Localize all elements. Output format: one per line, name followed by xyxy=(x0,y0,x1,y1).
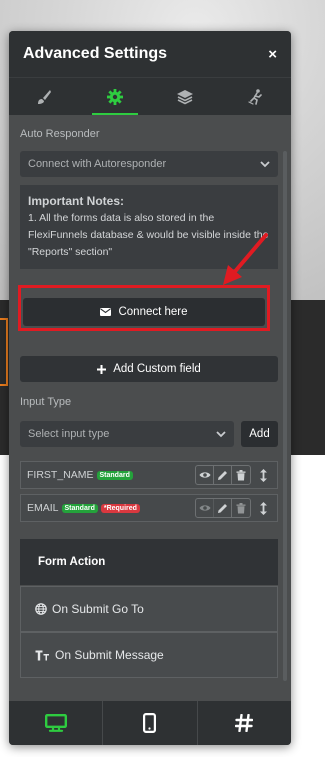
on-submit-go-to-option[interactable]: On Submit Go To xyxy=(20,586,278,632)
gear-icon xyxy=(106,88,123,105)
red-arrow-annotation xyxy=(223,233,268,285)
envelope-icon xyxy=(100,308,112,316)
pencil-icon xyxy=(218,470,227,480)
pencil-icon xyxy=(218,503,227,513)
settings-tabs xyxy=(9,77,291,115)
delete-field-button[interactable] xyxy=(232,466,250,484)
trash-icon xyxy=(236,469,246,480)
delete-field-button[interactable] xyxy=(232,499,250,517)
on-submit-message-option[interactable]: On Submit Message xyxy=(20,632,278,678)
tab-animation[interactable] xyxy=(221,78,292,115)
tab-style[interactable] xyxy=(9,78,80,115)
vertical-arrows-icon xyxy=(259,501,267,515)
add-input-button[interactable]: Add xyxy=(241,421,278,447)
visibility-toggle[interactable] xyxy=(196,499,214,517)
connect-here-label: Connect here xyxy=(118,306,188,318)
standard-badge: Standard xyxy=(61,503,98,513)
vertical-arrows-icon xyxy=(259,468,267,482)
eye-icon xyxy=(199,472,210,478)
field-tools xyxy=(195,465,251,485)
field-tools xyxy=(195,498,251,518)
advanced-settings-panel: Advanced Settings × Auto Responder Conne… xyxy=(9,31,291,745)
add-custom-field-label: Add Custom field xyxy=(113,363,201,375)
input-type-label: Input Type xyxy=(20,396,72,408)
trash-icon xyxy=(236,502,246,513)
drag-handle[interactable] xyxy=(255,501,271,515)
connect-here-button[interactable]: Connect here xyxy=(23,298,265,326)
plus-icon xyxy=(97,364,107,374)
autoresponder-select-value: Connect with Autoresponder xyxy=(28,158,167,170)
on-submit-message-label: On Submit Message xyxy=(55,648,164,662)
visibility-toggle[interactable] xyxy=(196,466,214,484)
custom-code-tab[interactable] xyxy=(198,701,291,745)
paintbrush-icon xyxy=(38,89,52,104)
standard-badge: Standard xyxy=(96,470,133,480)
mobile-view-tab[interactable] xyxy=(103,701,198,745)
panel-title: Advanced Settings xyxy=(23,45,168,62)
panel-header: Advanced Settings × xyxy=(9,31,291,77)
edit-field-button[interactable] xyxy=(214,466,232,484)
add-input-label: Add xyxy=(249,428,270,440)
globe-icon xyxy=(35,603,47,615)
settings-content: Auto Responder Connect with Autoresponde… xyxy=(9,115,291,701)
input-type-placeholder: Select input type xyxy=(28,428,110,440)
eye-icon xyxy=(199,505,210,511)
chevron-down-icon xyxy=(216,430,226,437)
notes-title: Important Notes: xyxy=(28,194,124,208)
device-switcher xyxy=(9,701,291,745)
desktop-view-tab[interactable] xyxy=(9,701,104,745)
field-row-email: EMAIL Standard *Required xyxy=(20,494,278,522)
close-button[interactable]: × xyxy=(268,46,277,63)
add-custom-field-button[interactable]: Add Custom field xyxy=(20,356,278,382)
layers-icon xyxy=(177,89,194,104)
autoresponder-select[interactable]: Connect with Autoresponder xyxy=(20,151,278,177)
input-type-select[interactable]: Select input type xyxy=(20,421,234,447)
tab-settings[interactable] xyxy=(80,78,151,115)
panel-scrollbar[interactable] xyxy=(283,151,287,681)
desktop-icon xyxy=(44,714,67,732)
on-submit-go-to-label: On Submit Go To xyxy=(52,602,144,616)
chevron-down-icon xyxy=(260,160,270,167)
auto-responder-label: Auto Responder xyxy=(20,128,100,140)
form-action-header: Form Action xyxy=(20,539,278,585)
field-name: FIRST_NAME xyxy=(27,469,94,481)
hashtag-icon xyxy=(235,714,254,732)
field-name: EMAIL xyxy=(27,502,59,514)
edit-field-button[interactable] xyxy=(214,499,232,517)
drag-handle[interactable] xyxy=(255,468,271,482)
mobile-phone-icon xyxy=(143,713,157,733)
background-orange-frame xyxy=(0,318,8,386)
field-row-first-name: FIRST_NAME Standard xyxy=(20,461,278,489)
text-size-icon xyxy=(35,650,49,660)
required-badge: *Required xyxy=(100,503,140,513)
form-action-title: Form Action xyxy=(38,556,106,568)
running-figure-icon xyxy=(248,88,262,105)
tab-layers[interactable] xyxy=(150,78,221,115)
